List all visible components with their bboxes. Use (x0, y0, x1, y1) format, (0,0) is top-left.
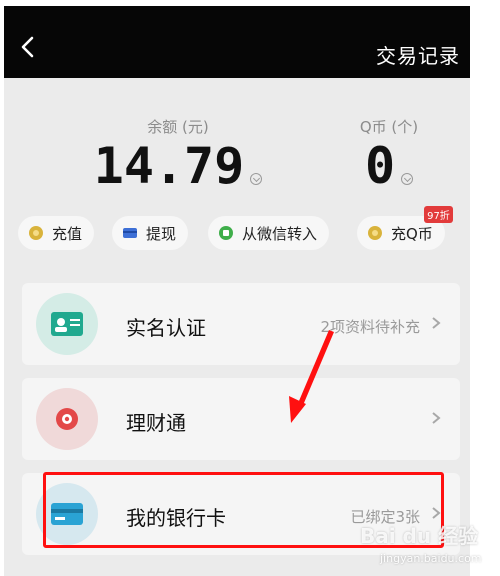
withdraw-button[interactable]: 提现 (112, 216, 189, 250)
qcoin-value-row[interactable]: 0 (334, 137, 444, 195)
recharge-button[interactable]: 充值 (18, 216, 95, 250)
baidu-watermark-url: jingyan.baidu.com (380, 552, 482, 565)
top-bar: 交易记录 (4, 6, 470, 78)
row-title: 理财通 (126, 411, 186, 435)
card-icon (123, 228, 137, 238)
row-wealth-management[interactable]: 理财通 (22, 378, 460, 460)
row-title: 实名认证 (126, 316, 206, 340)
chevron-down-icon (250, 172, 263, 185)
balance-value-row[interactable]: 14.79 (88, 137, 268, 195)
balance-value: 14.79 (93, 137, 245, 195)
coin-icon (29, 226, 43, 240)
transfer-from-wechat-button[interactable]: 从微信转入 (208, 216, 330, 250)
chevron-down-icon (401, 172, 414, 185)
row-real-name-verification[interactable]: 实名认证 2项资料待补充 (22, 283, 460, 365)
recharge-qcoin-label: 充Q币 (391, 224, 433, 243)
recharge-label: 充值 (52, 224, 83, 243)
withdraw-label: 提现 (146, 224, 177, 243)
qcoin-block: Q币 (个) 0 (334, 116, 444, 195)
balance-block: 余额 (元) 14.79 (88, 116, 268, 195)
qcoin-label: Q币 (个) (359, 118, 419, 136)
chevron-right-icon (432, 412, 441, 424)
back-arrow-icon[interactable] (18, 36, 40, 58)
balance-label: 余额 (元) (147, 118, 209, 136)
coin-icon (368, 226, 382, 240)
wechat-icon (219, 226, 233, 240)
recharge-qcoin-button[interactable]: 充Q币 97折 (357, 206, 453, 250)
transfer-label: 从微信转入 (242, 224, 318, 243)
id-card-icon (36, 293, 98, 355)
baidu-watermark: Bai du 经验 (360, 524, 479, 548)
qcoin-value: 0 (364, 137, 396, 195)
wealth-icon (36, 388, 98, 450)
row-subtitle: 2项资料待补充 (320, 318, 420, 336)
chevron-right-icon (432, 317, 441, 329)
transaction-records-link[interactable]: 交易记录 (376, 40, 460, 69)
discount-badge: 97折 (424, 206, 453, 223)
